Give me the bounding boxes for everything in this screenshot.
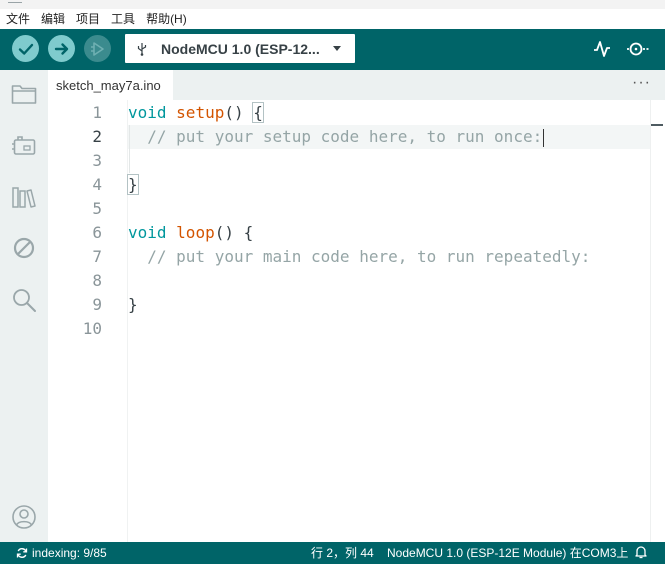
menu-tools[interactable]: 工具	[111, 9, 135, 29]
cursor-position: 行 2，列 44	[311, 546, 374, 560]
line-number: 6	[92, 223, 102, 242]
board-icon	[12, 136, 36, 155]
status-bar: indexing: 9/85 行 2，列 44 NodeMCU 1.0 (ESP…	[0, 542, 665, 564]
library-manager-button[interactable]	[10, 183, 38, 211]
indexing-status: indexing: 9/85	[16, 542, 107, 564]
arrow-right-icon	[54, 42, 68, 55]
tab-label: sketch_may7a.ino	[56, 77, 161, 93]
code-text: // put your setup code here, to run once…	[128, 127, 545, 147]
boards-manager-button[interactable]	[10, 132, 38, 160]
plotter-icon	[594, 41, 610, 57]
search-button[interactable]	[10, 286, 38, 314]
editor-tab-bar: sketch_may7a.ino ···	[48, 70, 665, 100]
line-number: 5	[92, 199, 102, 218]
code-line: 2 // put your setup code here, to run on…	[48, 125, 650, 149]
code-line: 10	[48, 317, 650, 341]
serial-plotter-button[interactable]	[590, 37, 614, 61]
activity-sidebar	[0, 70, 48, 542]
line-number: 10	[82, 319, 102, 338]
menu-bar: 文件 编辑 项目 工具 帮助(H)	[0, 9, 665, 29]
scroll-position-marker	[651, 124, 663, 126]
code-editor[interactable]: 1 void setup() { 2 // put your setup cod…	[48, 100, 665, 542]
chevron-down-icon	[333, 46, 341, 51]
matching-brace: }	[127, 174, 139, 195]
matching-brace: {	[252, 102, 264, 123]
debug-panel-button[interactable]	[10, 234, 38, 262]
code-line: 5	[48, 197, 650, 221]
code-line: 4 }	[48, 173, 650, 197]
code-line: 3	[48, 149, 650, 173]
folder-icon	[11, 85, 37, 104]
menu-sketch[interactable]: 项目	[76, 9, 100, 29]
user-icon	[12, 505, 36, 529]
upload-button[interactable]	[48, 35, 75, 62]
code-text: }	[128, 295, 138, 314]
menu-help[interactable]: 帮助(H)	[146, 9, 187, 29]
search-icon	[13, 289, 36, 312]
editor-scrollbar[interactable]	[650, 100, 665, 542]
board-name: NodeMCU 1.0 (ESP-12...	[161, 40, 320, 57]
line-number: 3	[92, 151, 102, 170]
line-number: 9	[92, 295, 102, 314]
code-text: }	[127, 173, 139, 197]
line-number: 4	[92, 175, 102, 194]
board-selector[interactable]: NodeMCU 1.0 (ESP-12...	[125, 34, 355, 63]
notifications-button[interactable]	[635, 545, 647, 562]
checkmark-icon	[18, 43, 33, 55]
menu-file[interactable]: 文件	[6, 9, 30, 29]
window-title-strip	[0, 0, 665, 9]
code-text: // put your main code here, to run repea…	[128, 247, 591, 266]
code-line: 1 void setup() {	[48, 101, 650, 125]
library-icon	[12, 187, 36, 208]
code-line: 6 void loop() {	[48, 221, 650, 245]
tab-sketch-may7a[interactable]: sketch_may7a.ino	[48, 70, 173, 100]
board-port-status[interactable]: NodeMCU 1.0 (ESP-12E Module) 在COM3上	[387, 542, 628, 564]
bell-icon	[635, 546, 647, 559]
serial-monitor-icon	[627, 42, 649, 56]
no-entry-icon	[13, 237, 35, 259]
serial-monitor-button[interactable]	[626, 37, 650, 61]
sketchbook-button[interactable]	[10, 80, 38, 108]
more-options-icon[interactable]: ···	[632, 74, 651, 92]
line-number: 8	[92, 271, 102, 290]
usb-icon	[137, 42, 147, 56]
code-line: 8	[48, 269, 650, 293]
toolbar: NodeMCU 1.0 (ESP-12...	[0, 29, 665, 70]
debug-button[interactable]	[84, 35, 111, 62]
line-number: 7	[92, 247, 102, 266]
line-number: 1	[92, 103, 102, 122]
profile-button[interactable]	[10, 503, 38, 531]
text-cursor	[543, 128, 545, 147]
indexing-text: indexing: 9/85	[32, 546, 107, 560]
code-text: void setup() {	[128, 102, 264, 123]
code-text: void loop() {	[128, 223, 254, 242]
debug-play-icon	[90, 41, 104, 56]
code-line: 7 // put your main code here, to run rep…	[48, 245, 650, 269]
code-line: 9 }	[48, 293, 650, 317]
line-number: 2	[92, 127, 102, 146]
menu-edit[interactable]: 编辑	[41, 9, 65, 29]
verify-button[interactable]	[12, 35, 39, 62]
sync-icon	[16, 548, 28, 558]
title-mark	[8, 2, 22, 3]
